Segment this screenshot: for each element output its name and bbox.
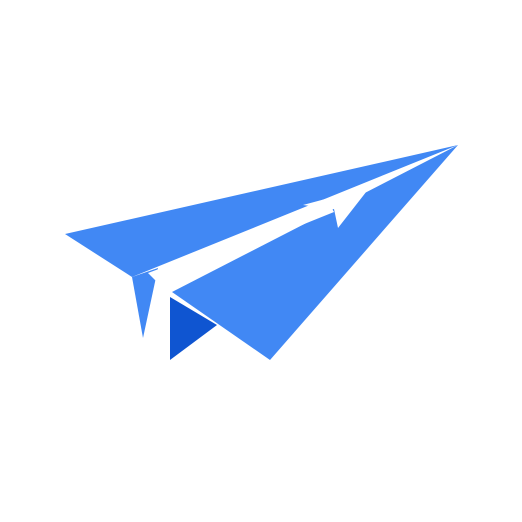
paper-plane-icon (65, 145, 458, 360)
app-canvas (0, 0, 522, 522)
